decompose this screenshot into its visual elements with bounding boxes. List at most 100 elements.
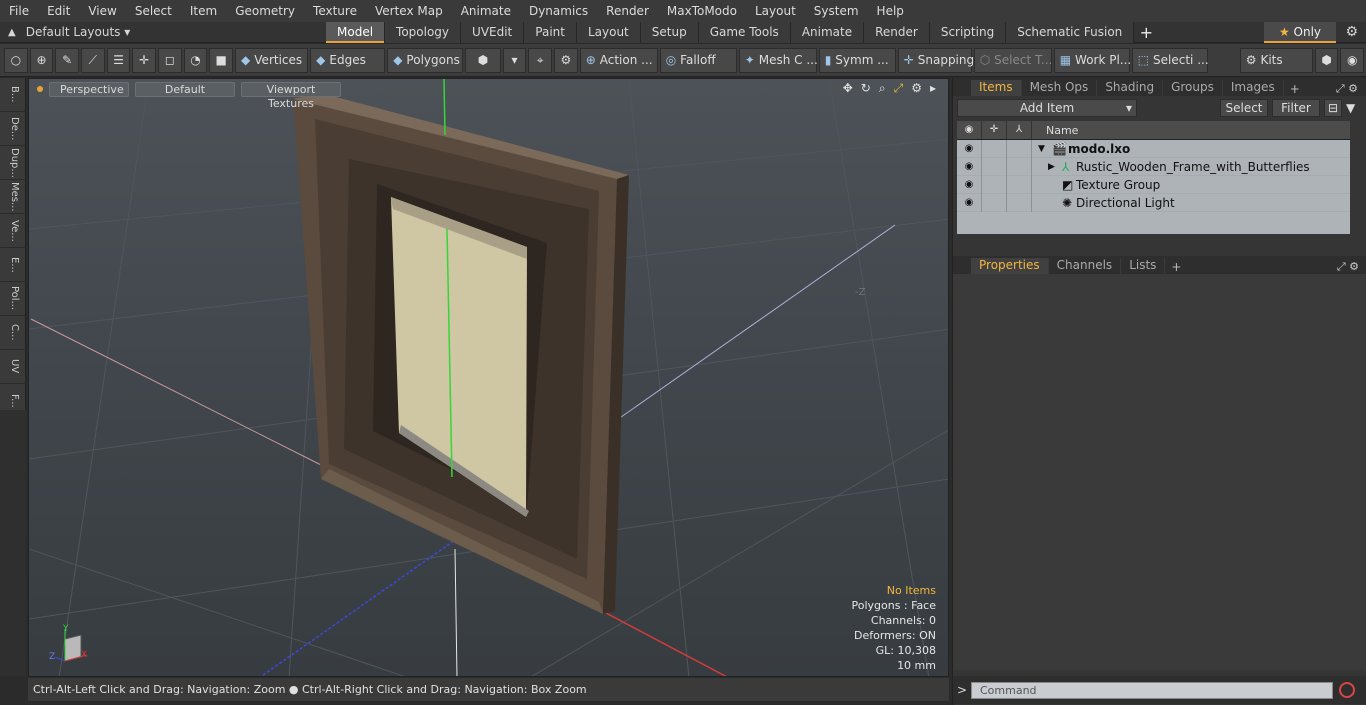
mesh-constraint-button[interactable]: ✦ Mesh C ... [738,47,818,73]
tab-paint[interactable]: Paint [524,21,577,43]
tab-schematic-fusion[interactable]: Schematic Fusion [1006,21,1135,43]
rotate-icon[interactable]: ◔ [183,47,208,73]
select-circle-icon[interactable]: ○ [4,47,28,73]
collapse-arrow-icon[interactable]: ▼ [1038,144,1052,154]
expand-arrow-icon[interactable]: ▶ [1048,162,1062,172]
tab-channels[interactable]: Channels [1049,258,1122,274]
name-column-header[interactable]: Name [1032,124,1078,137]
tab-animate[interactable]: Animate [790,21,865,43]
shading-dropdown[interactable]: Default [135,81,235,97]
work-plane-button[interactable]: ▦ Work Pl... [1053,47,1131,73]
add-item-button[interactable]: Add Item ▾ [957,99,1137,117]
eye-icon[interactable]: ◉ [957,139,982,158]
gear-icon[interactable]: ⚙ [1345,24,1358,40]
tab-layout[interactable]: Layout [576,21,641,43]
menu-file[interactable]: File [0,0,38,22]
tab-render[interactable]: Render [864,21,930,43]
transform-icon[interactable]: ✛ [132,47,157,73]
left-tab-basic[interactable]: B... [0,78,26,112]
left-tab-edge[interactable]: E... [0,248,26,282]
brush-icon[interactable]: ⟋ [81,47,105,73]
tab-items[interactable]: Items [971,80,1022,96]
menu-view[interactable]: View [79,0,125,22]
cube-icon[interactable]: ■ [209,47,234,73]
tab-setup[interactable]: Setup [640,21,699,43]
menu-maxtomodo[interactable]: MaxToModo [658,0,746,22]
select-through-button[interactable]: ⬡ Select T... [973,47,1052,73]
left-tab-vertex[interactable]: Ve... [0,214,26,248]
menu-layout[interactable]: Layout [746,0,805,22]
menu-vertex-map[interactable]: Vertex Map [366,0,452,22]
menu-geometry[interactable]: Geometry [226,0,304,22]
tab-properties[interactable]: Properties [971,258,1049,274]
3d-viewport[interactable]: -Z Y X Z Perspective Default Viewport Te… [28,78,949,677]
only-toggle[interactable]: ★ Only [1264,22,1336,43]
kits-button[interactable]: ⚙ Kits [1239,47,1313,73]
layouts-dropdown[interactable]: ▲ Default Layouts ▾ [0,25,326,39]
menu-edit[interactable]: Edit [38,0,79,22]
material-icon[interactable]: ⬢ [465,47,501,73]
menu-select[interactable]: Select [126,0,181,22]
tab-model[interactable]: Model [326,21,386,43]
command-input[interactable]: Command [971,681,1333,699]
properties-options-icon[interactable]: ⤢ ⚙ [1337,260,1366,274]
left-tab-duplicate[interactable]: Dup... [0,146,26,180]
tree-row-mesh[interactable]: ◉ ▶ ⅄ Rustic_Wooden_Frame_with_Butterflies [957,157,1350,176]
box-icon[interactable]: ◻ [158,47,182,73]
unity-icon[interactable]: ⬢ [1314,47,1339,73]
select-button[interactable]: Select [1220,99,1268,117]
eye-icon[interactable]: ◉ [957,175,982,194]
symmetry-icon[interactable]: ⚙ [554,47,578,73]
tree-row-light[interactable]: ◉ ✺ Directional Light [957,193,1350,212]
tab-game-tools[interactable]: Game Tools [698,21,791,43]
record-icon[interactable] [1339,682,1355,698]
layers-icon[interactable]: ☰ [106,47,131,73]
filter-button[interactable]: Filter [1272,99,1320,117]
add-panel-tab-icon[interactable]: + [1284,82,1306,96]
viewport-settings-icon[interactable]: ⚙ [911,81,922,96]
tab-scripting[interactable]: Scripting [929,21,1007,43]
menu-help[interactable]: Help [868,0,913,22]
tab-shading[interactable]: Shading [1097,80,1164,96]
left-tab-curve[interactable]: C... [0,316,26,350]
vertices-button[interactable]: ◆ Vertices [235,47,309,73]
snapping-button[interactable]: ✛ Snapping [897,47,974,73]
unreal-icon[interactable]: ◉ [1340,47,1365,73]
collapse-icon[interactable]: ⊟ [1324,99,1342,117]
snap-item-icon[interactable]: ⌖ [528,47,553,73]
tab-mesh-ops[interactable]: Mesh Ops [1022,80,1098,96]
perspective-dropdown[interactable]: Perspective [49,81,129,97]
menu-system[interactable]: System [805,0,868,22]
symmetry-button[interactable]: ▮ Symm ... [818,47,896,73]
pan-icon[interactable]: ✥ [843,81,853,96]
falloff-button[interactable]: ◎ Falloff [659,47,737,73]
left-tab-polygon[interactable]: Pol... [0,282,26,316]
funnel-icon[interactable]: ▼ [1346,101,1362,115]
add-properties-tab-icon[interactable]: + [1165,260,1187,274]
viewport-textures-dropdown[interactable]: Viewport Textures [241,81,341,110]
panel-options-icon[interactable]: ⤢ ⚙ [1336,82,1366,96]
selection-sets-button[interactable]: ⬚ Selecti ... [1131,47,1209,73]
eye-icon[interactable]: ◉ [957,157,982,176]
menu-render[interactable]: Render [597,0,658,22]
add-tab-icon[interactable]: + [1134,23,1158,42]
tab-topology[interactable]: Topology [385,21,462,43]
play-arrow-icon[interactable]: ▸ [930,81,936,96]
menu-animate[interactable]: Animate [452,0,520,22]
tab-uvedit[interactable]: UVEdit [461,21,525,43]
dropdown-icon[interactable]: ▾ [502,47,527,73]
left-tab-mesh[interactable]: Mes... [0,180,26,214]
globe-icon[interactable]: ⊕ [29,47,54,73]
pen-icon[interactable]: ✎ [55,47,80,73]
tree-row-texture-group[interactable]: ◉ ◩ Texture Group [957,175,1350,194]
tree-row-scene[interactable]: ◉ ▼ 🎬 modo.lxo [957,139,1350,158]
orbit-icon[interactable]: ↻ [861,81,871,96]
tab-groups[interactable]: Groups [1163,80,1223,96]
left-tab-deform[interactable]: De... [0,112,26,146]
tab-lists[interactable]: Lists [1121,258,1166,274]
maximize-icon[interactable]: ⤢ [894,81,904,96]
tab-images[interactable]: Images [1223,80,1284,96]
menu-item[interactable]: Item [181,0,226,22]
menu-texture[interactable]: Texture [304,0,366,22]
menu-dynamics[interactable]: Dynamics [520,0,597,22]
